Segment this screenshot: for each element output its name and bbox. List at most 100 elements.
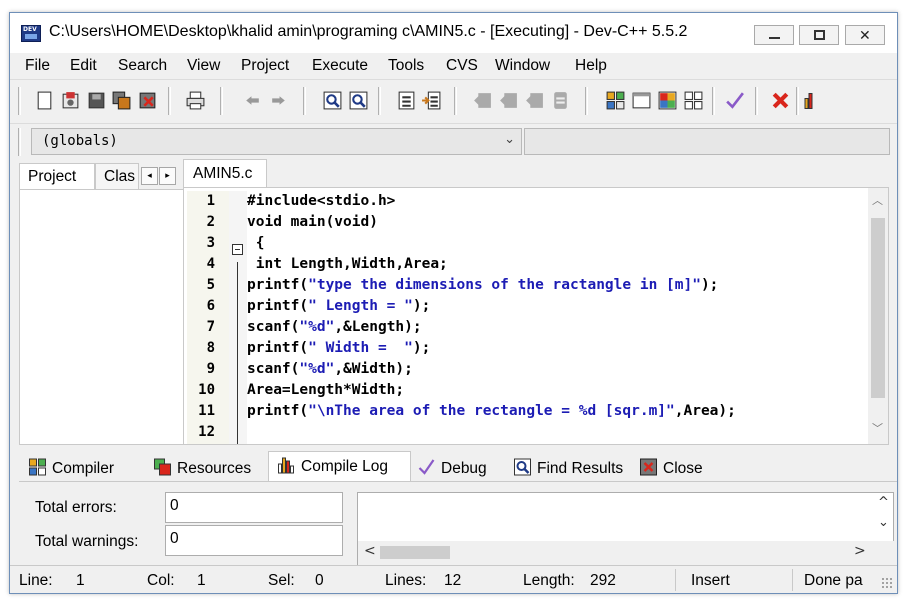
open-file-icon[interactable] [60,90,81,111]
save-all-icon[interactable] [111,90,132,111]
toolbar-separator [712,87,715,115]
members-dropdown[interactable] [524,128,890,155]
tab-scroll-left-button[interactable]: ◂ [141,167,158,185]
class-toolbar: (globals) ⌄ [10,123,897,159]
check-syntax-icon[interactable] [724,90,745,111]
print-icon[interactable] [185,90,206,111]
compile-icon[interactable] [472,90,493,111]
code-token: printf( [247,340,309,356]
save-icon[interactable] [86,90,107,111]
code-line[interactable]: 8 printf(" Width = "); [207,340,431,361]
minimize-button[interactable] [754,25,794,45]
tab-compile-log[interactable]: Compile Log [268,451,411,483]
globals-dropdown[interactable]: (globals) ⌄ [31,128,522,155]
close-file-icon[interactable] [137,90,158,111]
delete-icon[interactable] [770,90,791,111]
log-horizontal-scrollbar[interactable]: < > [358,541,894,565]
menu-search[interactable]: Search [118,57,167,75]
scroll-down-icon[interactable]: ﹀ [872,420,883,436]
menu-tools[interactable]: Tools [388,57,424,75]
compile-log-output[interactable]: ^ ⌄ < > [357,492,894,566]
scrollbar-thumb[interactable] [380,546,450,559]
code-token: ,&Length); [334,319,422,335]
menu-project[interactable]: Project [241,57,289,75]
tab-scroll-right-button[interactable]: ▸ [159,167,176,185]
code-line[interactable]: 5 printf("type the dimensions of the ract… [207,277,719,298]
code-line[interactable]: 6 printf(" Length = "); [207,298,431,319]
menu-file[interactable]: File [25,57,50,75]
code-token: printf( [247,403,309,419]
menu-window[interactable]: Window [495,57,550,75]
code-token: ); [412,340,431,356]
indent-icon[interactable] [396,90,417,111]
menu-edit[interactable]: Edit [70,57,97,75]
status-col-label: Col: [147,572,175,589]
tab-find-results[interactable]: Find Results [513,454,623,481]
log-vertical-scrollbar[interactable]: ^ ⌄ [873,493,893,541]
scroll-up-icon[interactable]: ^ [878,495,889,510]
scroll-right-icon[interactable]: > [854,543,866,559]
fold-collapse-icon[interactable] [232,244,243,255]
tab-debug[interactable]: Debug [417,454,487,481]
code-line[interactable]: 7 scanf("%d",&Length); [207,319,422,340]
code-line[interactable]: 11 printf("\nThe area of the rectangle = … [198,403,736,424]
close-window-button[interactable]: ✕ [845,25,885,45]
line-number: 10 [198,382,215,398]
scroll-up-icon[interactable]: ︿ [872,192,883,208]
tab-classes[interactable]: Clas [95,163,139,189]
code-line[interactable]: 9 scanf("%d",&Width); [207,361,413,382]
line-number: 3 [206,235,215,251]
run-icon[interactable] [498,90,519,111]
line-number: 8 [206,340,215,356]
fold-line [237,262,238,444]
rebuild-icon[interactable] [550,90,571,111]
chart-icon[interactable] [804,90,814,111]
new-project-icon[interactable] [605,90,626,111]
goto-line-icon[interactable] [421,90,442,111]
code-line[interactable]: 4 int Length,Width,Area; [207,256,448,277]
tab-compiler-label: Compiler [52,460,115,477]
code-text-area[interactable]: 1 #include<stdio.h> 2 void main(void) 3 {4 i… [198,191,867,444]
status-message: Done pa [804,572,863,589]
tab-compile-log-label: Compile Log [301,458,389,475]
menu-cvs[interactable]: CVS [446,57,478,75]
undo-icon[interactable] [242,90,263,111]
code-line[interactable]: 10 Area=Length*Width; [198,382,405,403]
redo-icon[interactable] [268,90,289,111]
code-token: ,&Width); [334,361,413,377]
menu-view[interactable]: View [187,57,220,75]
code-token: Area=Length*Width; [247,382,405,398]
code-token: void main(void) [247,214,378,230]
menu-execute[interactable]: Execute [312,57,368,75]
window-icon[interactable] [631,90,652,111]
tab-resources[interactable]: Resources [153,454,251,481]
tab-compiler[interactable]: Compiler [28,454,114,481]
editor-vertical-scrollbar[interactable]: ︿ ﹀ [868,188,888,444]
find-icon[interactable] [322,90,343,111]
tab-project[interactable]: Project [19,163,95,189]
scroll-left-icon[interactable]: < [364,543,376,559]
code-line[interactable]: 2 void main(void) [207,214,378,235]
replace-icon[interactable] [348,90,369,111]
grid-icon[interactable] [683,90,704,111]
code-line[interactable]: 3 { [207,235,265,256]
menu-help[interactable]: Help [575,57,607,75]
project-tree[interactable] [19,189,187,445]
scrollbar-thumb[interactable] [871,218,885,398]
tab-close[interactable]: Close [639,454,703,481]
compile-run-icon[interactable] [524,90,545,111]
title-bar[interactable]: C:\Users\HOME\Desktop\khalid amin\progra… [10,13,897,53]
tab-amin5-c[interactable]: AMIN5.c [183,159,267,187]
new-file-icon[interactable] [34,90,55,111]
code-line[interactable]: 1 #include<stdio.h> [207,193,396,214]
code-editor[interactable]: 1 #include<stdio.h> 2 void main(void) 3 {4 i… [183,187,889,445]
scroll-down-icon[interactable]: ⌄ [878,515,889,530]
resize-grip[interactable] [881,577,893,589]
tab-resources-label: Resources [177,460,252,477]
code-token: printf( [247,277,309,293]
find-icon [514,458,531,476]
line-number: 6 [206,298,215,314]
line-number: 4 [206,256,215,272]
class-browser-icon[interactable] [657,90,678,111]
maximize-button[interactable] [799,25,839,45]
